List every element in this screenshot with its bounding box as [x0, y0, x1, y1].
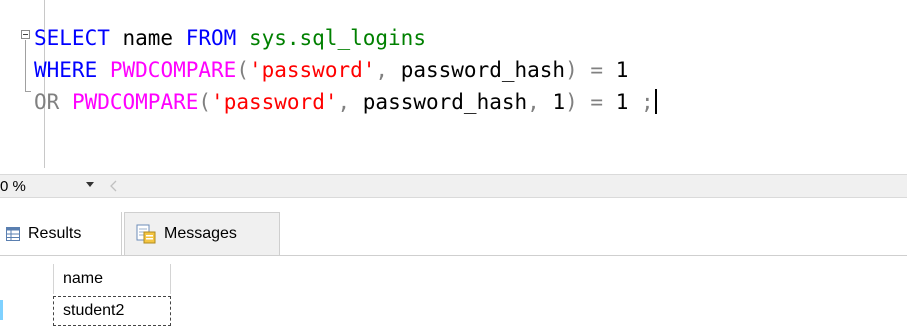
code-token: name	[109, 26, 186, 50]
code-token: =	[590, 90, 604, 114]
code-token: password_hash	[388, 58, 566, 82]
tab-messages-label: Messages	[164, 225, 237, 242]
code-token: WHERE	[34, 58, 98, 82]
row-selector[interactable]	[0, 300, 3, 320]
code-token: 1	[539, 90, 566, 114]
code-token: SELECT	[34, 26, 110, 50]
code-token: )	[565, 90, 578, 114]
results-tabbar: Results Messages	[0, 212, 907, 256]
zoom-bar: 0 %	[0, 174, 907, 198]
messages-icon	[136, 224, 156, 244]
grid-cell-selected[interactable]: student2	[53, 296, 171, 326]
sql-code[interactable]: SELECT name FROM sys.sql_logins WHERE PWD…	[34, 22, 657, 118]
code-token: =	[590, 58, 604, 82]
code-token: PWDCOMPARE	[109, 58, 237, 82]
code-token: (	[236, 58, 249, 82]
code-token: password_hash	[350, 90, 528, 114]
code-token: (	[198, 90, 212, 114]
outline-fold-line	[25, 40, 26, 92]
text-caret	[654, 89, 657, 114]
code-token: 1	[603, 90, 642, 114]
code-line[interactable]: SELECT name FROM sys.sql_logins	[34, 22, 657, 54]
code-token: 1	[603, 58, 629, 82]
zoom-level[interactable]: 0 %	[0, 178, 26, 195]
tab-messages[interactable]: Messages	[124, 212, 280, 255]
chevron-down-icon[interactable]	[86, 182, 94, 187]
tab-results[interactable]: Results	[0, 212, 122, 255]
code-token: 'password'	[248, 58, 376, 82]
code-token: ,	[375, 58, 389, 82]
code-token: )	[565, 58, 578, 82]
code-token: OR	[34, 90, 60, 114]
outline-fold-end	[25, 91, 31, 92]
code-line[interactable]: WHERE PWDCOMPARE('password', password_ha…	[34, 54, 657, 86]
grid-icon	[6, 226, 20, 241]
code-token: 'password'	[211, 90, 338, 114]
query-editor[interactable]: SELECT name FROM sys.sql_logins WHERE PWD…	[0, 0, 907, 168]
chevron-left-icon[interactable]	[109, 180, 119, 192]
code-token: ,	[337, 90, 351, 114]
code-line[interactable]: OR PWDCOMPARE('password', password_hash,…	[34, 86, 657, 118]
code-token: ,	[527, 90, 540, 114]
code-token: ;	[641, 90, 654, 114]
column-header-name[interactable]: name	[53, 264, 171, 294]
tab-results-label: Results	[28, 224, 82, 242]
code-token: FROM	[185, 26, 237, 50]
code-token: sys.sql_logins	[248, 26, 426, 50]
collapse-minus-icon[interactable]	[21, 30, 30, 39]
code-token: PWDCOMPARE	[71, 90, 199, 114]
